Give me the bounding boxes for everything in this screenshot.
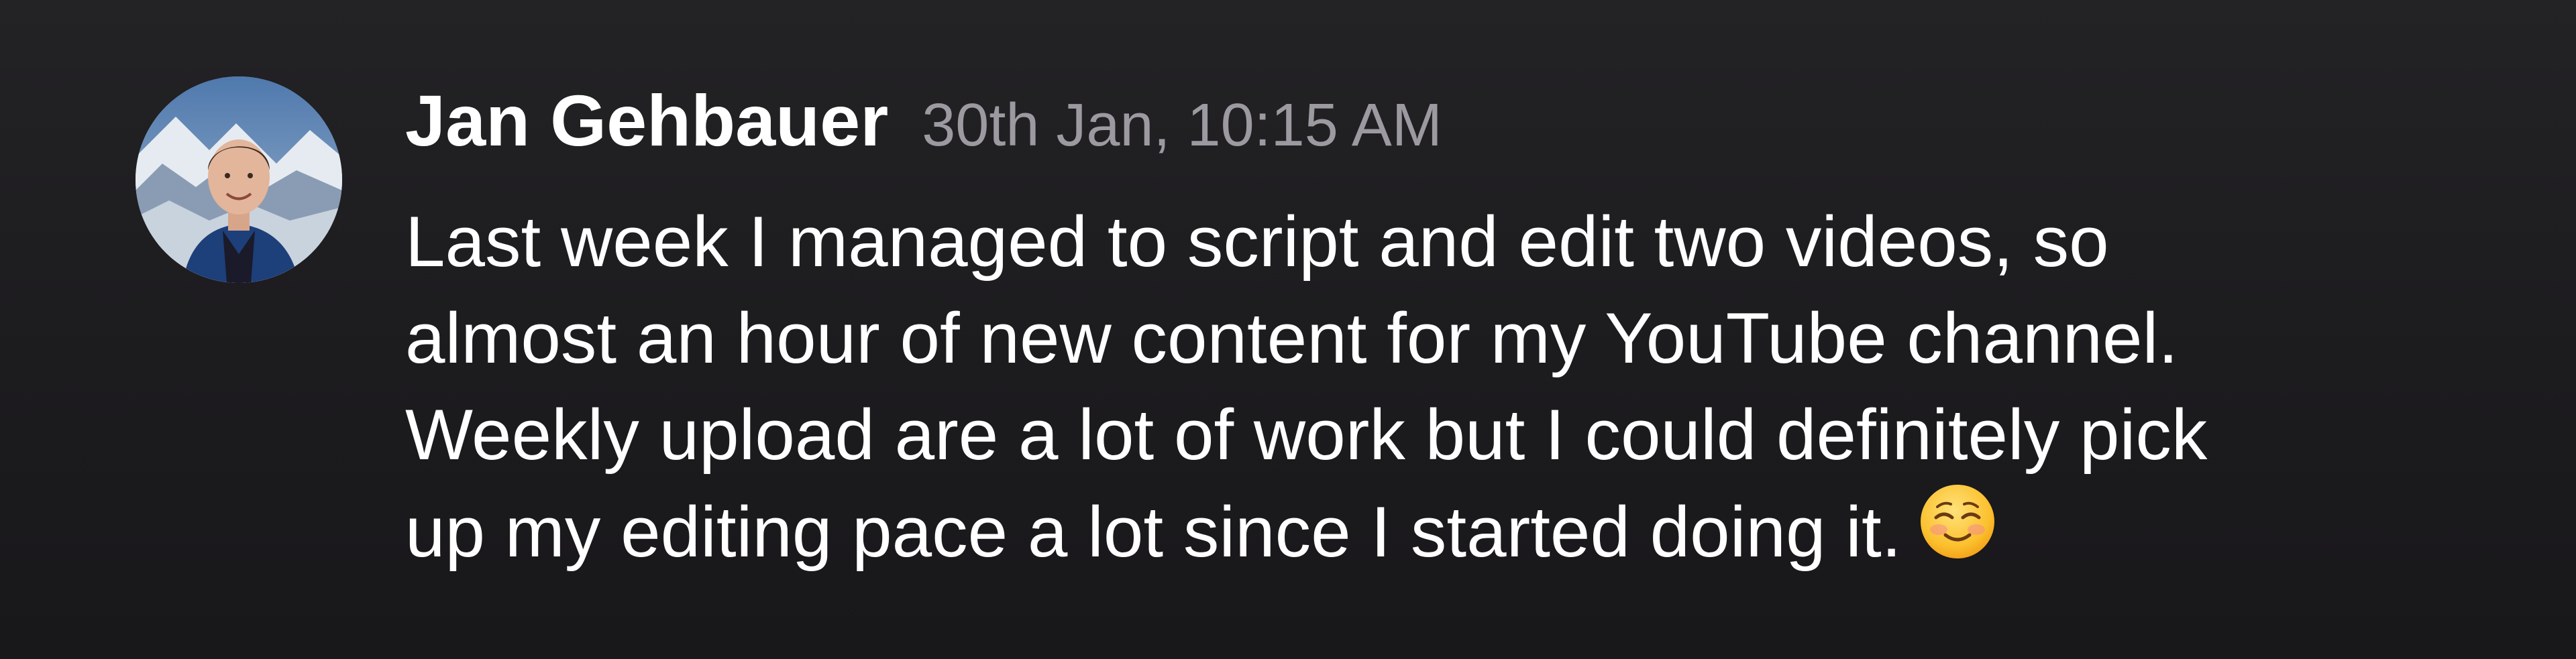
message-body: Last week I managed to script and edit t… bbox=[405, 193, 2518, 579]
author-name[interactable]: Jan Gehbauer bbox=[405, 74, 888, 168]
message-line-last: up my editing pace a lot since I started… bbox=[405, 483, 2518, 579]
message-line: almost an hour of new content for my You… bbox=[405, 298, 2178, 378]
smiling-face-icon bbox=[1919, 483, 1996, 560]
message-timestamp: 30th Jan, 10:15 AM bbox=[922, 92, 1442, 159]
message-line: up my editing pace a lot since I started… bbox=[405, 491, 1902, 572]
message-line: Last week I managed to script and edit t… bbox=[405, 201, 2109, 282]
avatar[interactable] bbox=[136, 76, 342, 283]
message-header: Jan Gehbauer 30th Jan, 10:15 AM bbox=[405, 74, 1442, 172]
user-avatar-photo-icon bbox=[136, 76, 342, 283]
chat-message: Jan Gehbauer 30th Jan, 10:15 AM Last wee… bbox=[0, 0, 2576, 659]
message-line: Weekly upload are a lot of work but I co… bbox=[405, 394, 2208, 475]
